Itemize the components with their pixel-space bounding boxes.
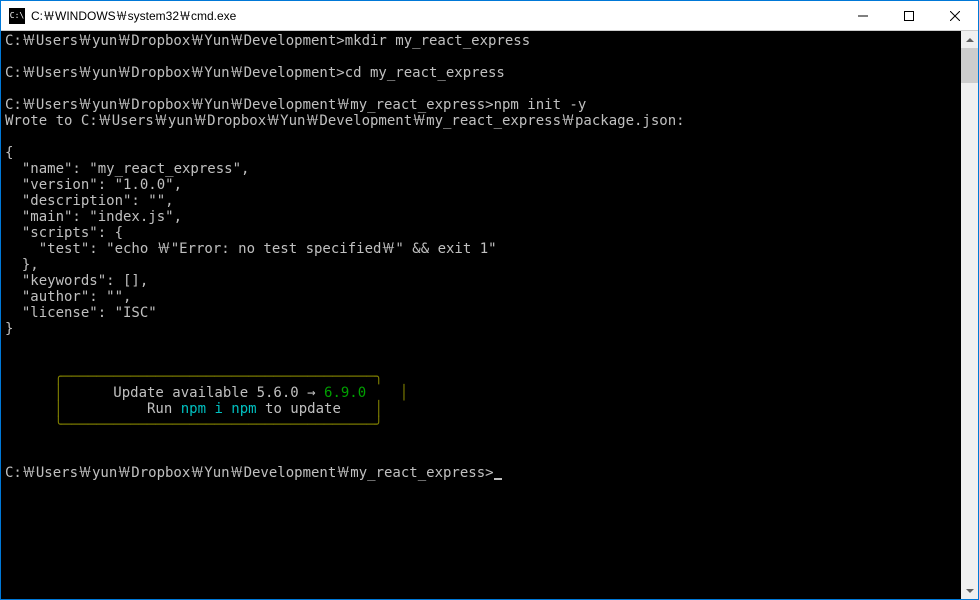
output-text: "license": "ISC" [5,305,157,321]
command-text: npm init -y [494,97,587,113]
output-text: { [5,145,13,161]
cmd-window: C:\ C:￦WINDOWS￦system32￦cmd.exe C:￦Users… [0,0,979,600]
cmd-icon: C:\ [9,8,25,24]
update-version: 6.9.0 [324,385,366,401]
command-text: cd my_react_express [345,65,505,81]
update-run-text: Run [63,401,181,417]
close-button[interactable] [932,1,978,30]
scroll-down-arrow-icon[interactable] [961,582,978,599]
scroll-up-arrow-icon[interactable] [961,31,978,48]
vertical-scrollbar[interactable] [961,31,978,599]
output-text: }, [5,257,39,273]
output-text: "scripts": { [5,225,123,241]
prompt: C:￦Users￦yun￦Dropbox￦Yun￦Development> [5,65,345,81]
output-text: "version": "1.0.0", [5,177,182,193]
window-controls [840,1,978,30]
output-text: } [5,321,13,337]
titlebar[interactable]: C:\ C:￦WINDOWS￦system32￦cmd.exe [1,1,978,31]
update-command: npm i npm [181,401,257,417]
update-available-text: Update available 5.6.0 → [63,385,324,401]
terminal-area: C:￦Users￦yun￦Dropbox￦Yun￦Development>mkd… [1,31,978,599]
cursor-icon [494,478,502,480]
maximize-button[interactable] [886,1,932,30]
output-text: "keywords": [], [5,273,148,289]
output-text: "description": "", [5,193,174,209]
output-text: "test": "echo ￦"Error: no test specified… [5,241,497,257]
output-text: "name": "my_react_express", [5,161,249,177]
output-text: Wrote to C:￦Users￦yun￦Dropbox￦Yun￦Develo… [5,113,685,129]
npm-update-notice: ╭─────────────────────────────────────╮ … [29,369,957,433]
output-text: "author": "", [5,289,131,305]
prompt: C:￦Users￦yun￦Dropbox￦Yun￦Development￦my_… [5,465,494,481]
scroll-thumb[interactable] [961,48,978,83]
window-title: C:￦WINDOWS￦system32￦cmd.exe [31,7,840,24]
output-text: "main": "index.js", [5,209,182,225]
minimize-button[interactable] [840,1,886,30]
prompt: C:￦Users￦yun￦Dropbox￦Yun￦Development￦my_… [5,97,494,113]
terminal-output[interactable]: C:￦Users￦yun￦Dropbox￦Yun￦Development>mkd… [1,31,961,599]
prompt: C:￦Users￦yun￦Dropbox￦Yun￦Development> [5,33,345,49]
command-text: mkdir my_react_express [345,33,530,49]
